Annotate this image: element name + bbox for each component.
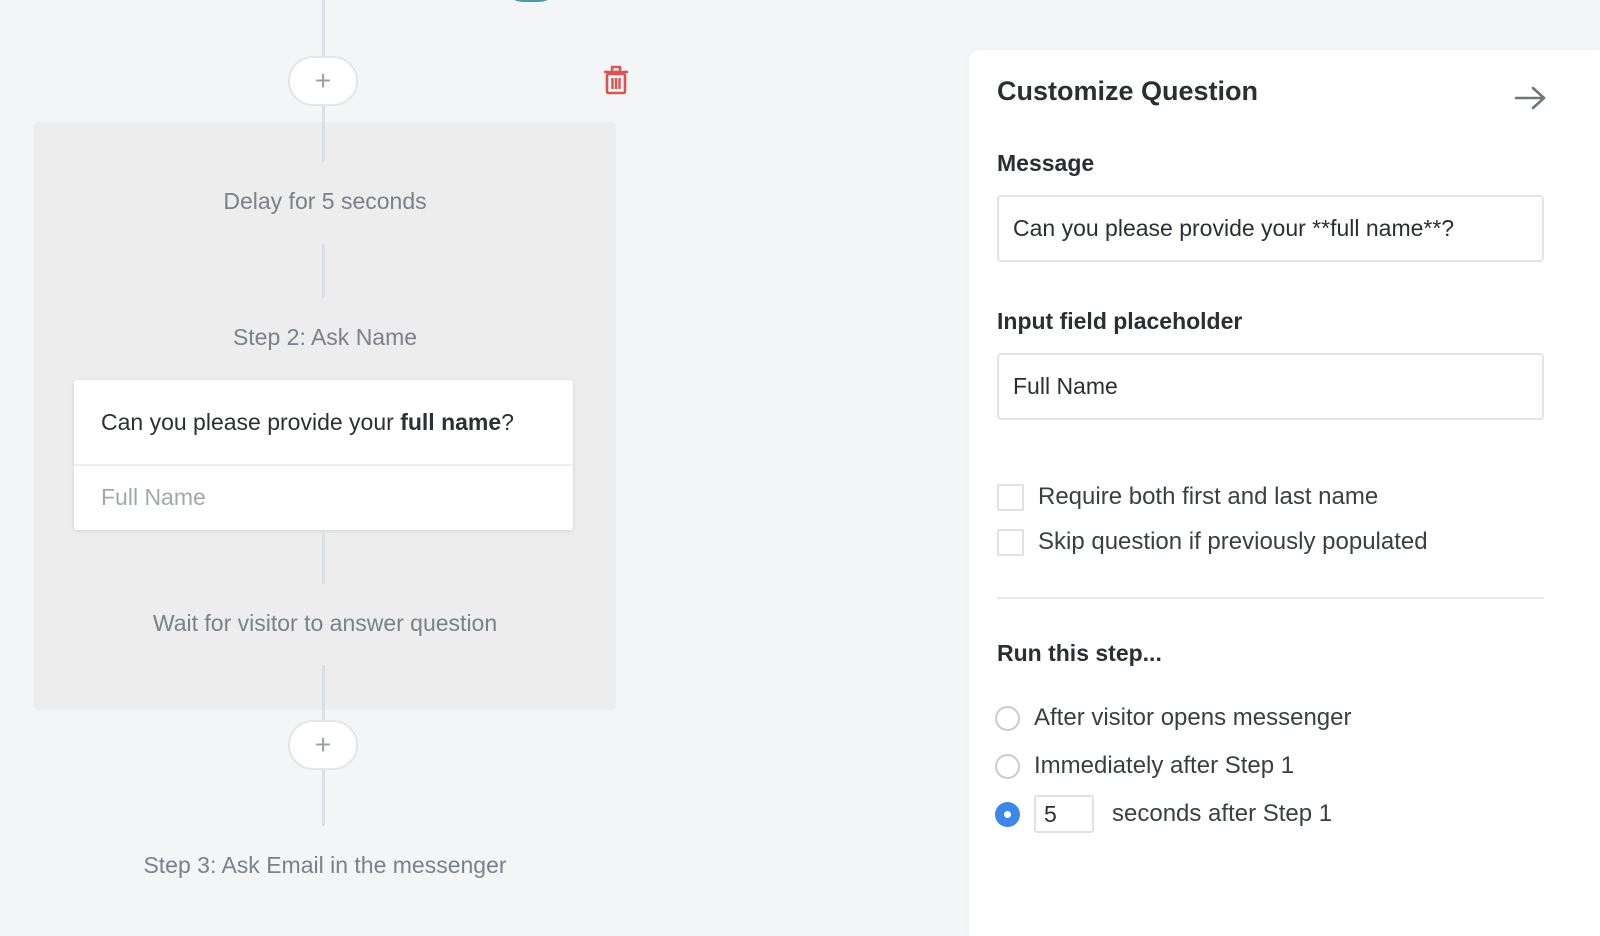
connector-line xyxy=(322,530,325,584)
radio-label: Immediately after Step 1 xyxy=(1034,752,1295,779)
connector-line xyxy=(322,665,325,721)
checkbox-box[interactable] xyxy=(997,483,1024,511)
radio-label: seconds after Step 1 xyxy=(1112,800,1333,827)
section-divider xyxy=(997,597,1544,599)
radio-seconds-after[interactable]: seconds after Step 1 xyxy=(995,795,1332,833)
connector-line xyxy=(322,0,325,58)
wait-label: Wait for visitor to answer question xyxy=(152,610,498,636)
placeholder-label: Input field placeholder xyxy=(997,308,1243,334)
canvas: + Delay for 5 seconds Step 2: Ask Name C… xyxy=(0,0,1600,936)
message-suffix-text: ? xyxy=(501,408,514,435)
arrow-right-icon[interactable] xyxy=(1513,84,1549,112)
previous-step-node[interactable] xyxy=(503,0,559,2)
radio-button[interactable] xyxy=(995,753,1020,779)
plus-icon: + xyxy=(314,65,332,96)
run-step-label: Run this step... xyxy=(997,640,1162,666)
radio-label: After visitor opens messenger xyxy=(1034,704,1352,731)
checkbox-label: Skip question if previously populated xyxy=(1038,528,1428,555)
checkbox-box[interactable] xyxy=(997,528,1024,556)
plus-icon: + xyxy=(314,729,332,760)
customize-question-panel: Customize Question Message Input field p… xyxy=(969,50,1600,936)
connector-line xyxy=(322,770,325,826)
question-preview-card[interactable]: Can you please provide your full name? F… xyxy=(74,380,573,530)
seconds-input[interactable] xyxy=(1034,795,1094,833)
placeholder-input[interactable] xyxy=(997,353,1544,420)
checkbox-label: Require both first and last name xyxy=(1038,483,1379,510)
connector-line xyxy=(322,244,325,298)
message-bold-text: full name xyxy=(400,408,502,435)
trash-icon[interactable] xyxy=(600,64,632,96)
radio-immediately[interactable]: Immediately after Step 1 xyxy=(995,752,1294,780)
connector-line xyxy=(322,106,325,162)
message-input[interactable] xyxy=(997,195,1544,262)
delay-label: Delay for 5 seconds xyxy=(223,188,427,214)
panel-title: Customize Question xyxy=(997,76,1259,106)
radio-button[interactable] xyxy=(995,705,1020,731)
message-label: Message xyxy=(997,150,1095,176)
skip-if-populated-checkbox[interactable]: Skip question if previously populated xyxy=(997,528,1428,556)
message-text: Can you please provide your xyxy=(101,408,401,435)
add-step-button[interactable]: + xyxy=(288,720,358,770)
radio-button-selected[interactable] xyxy=(995,801,1020,827)
question-preview-message: Can you please provide your full name? xyxy=(74,380,573,466)
radio-after-open[interactable]: After visitor opens messenger xyxy=(995,704,1351,732)
step-2-title: Step 2: Ask Name xyxy=(232,324,418,350)
step-3-title[interactable]: Step 3: Ask Email in the messenger xyxy=(34,852,616,879)
question-preview-input: Full Name xyxy=(101,483,206,510)
add-step-button[interactable]: + xyxy=(288,56,358,106)
require-full-name-checkbox[interactable]: Require both first and last name xyxy=(997,483,1378,511)
